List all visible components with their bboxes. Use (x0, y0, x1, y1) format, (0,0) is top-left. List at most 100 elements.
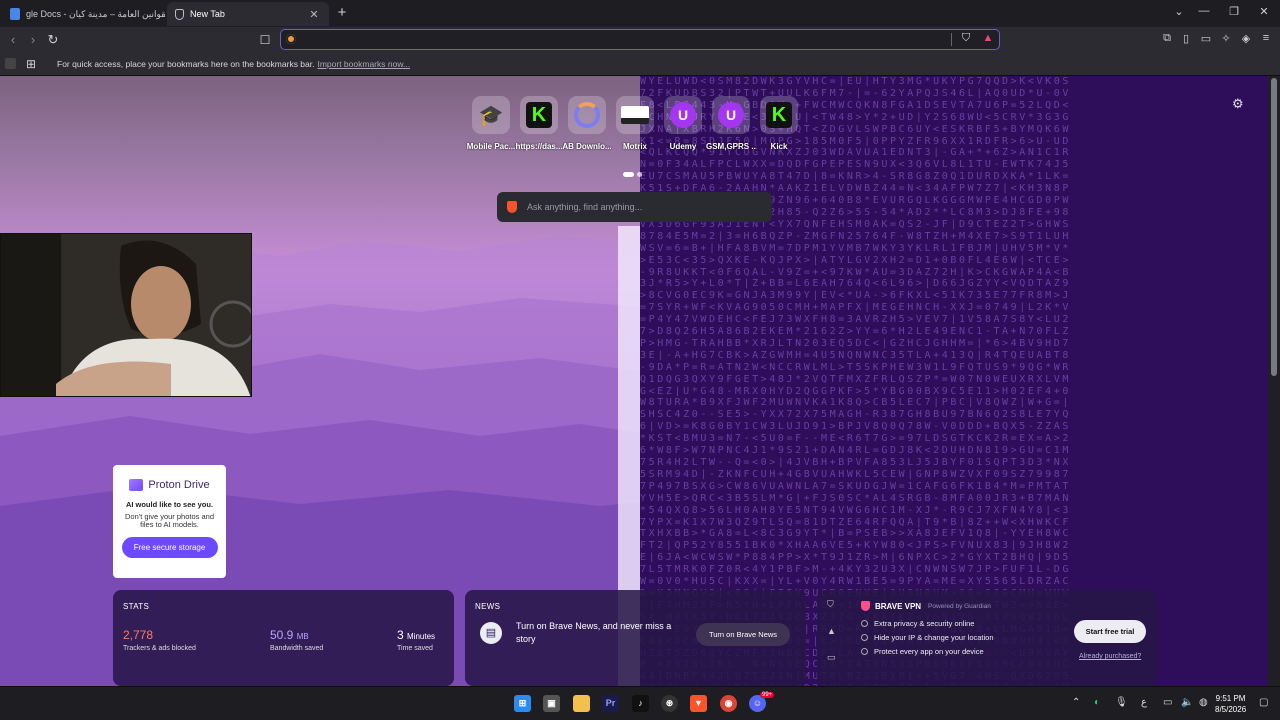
chatgpt-icon[interactable]: ⊛ (661, 695, 678, 712)
tray-chevron-icon[interactable]: ⌃ (1072, 697, 1080, 708)
chrome-icon[interactable]: ◉ (720, 695, 737, 712)
check-icon (861, 648, 868, 655)
tiktok-icon[interactable]: ♪ (632, 695, 649, 712)
bookmarks-bar: ⊞ For quick access, place your bookmarks… (0, 53, 1280, 75)
input-language[interactable]: ع (1141, 697, 1147, 708)
scrollbar-thumb[interactable] (1271, 78, 1277, 376)
brave-browser-icon[interactable]: ▼ (690, 695, 707, 712)
talk-camera-icon[interactable]: ▭ (827, 652, 836, 663)
webcam-person-image (1, 234, 251, 396)
display-icon[interactable]: ▭ (1163, 697, 1172, 708)
system-clock[interactable]: 9:51 PM 8/5/2026 (1215, 693, 1246, 715)
udemy-icon: U (718, 102, 744, 128)
brave-rewards-icon[interactable]: ▲ (980, 32, 996, 48)
notification-badge: 99+ (760, 692, 775, 698)
top-site-tile[interactable]: K https://das... (514, 96, 564, 151)
start-free-trial-button[interactable]: Start free trial (1074, 620, 1146, 643)
proton-headline: AI would like to see you. (125, 500, 214, 509)
browser-toolbar: ‹ › ↻ ☐ ⛉ ▲ ⧉ ▯ ▭ ✧ ◈ ≡ (0, 27, 1280, 53)
sidebar-icon[interactable]: ▯ (1178, 32, 1194, 48)
task-view-icon[interactable]: ▣ (543, 695, 560, 712)
vpn-shield-icon[interactable]: ⛉ (827, 599, 834, 610)
top-site-tile[interactable]: K Kick (754, 96, 804, 151)
proton-drive-card: Proton Drive AI would like to see you. D… (113, 465, 226, 578)
new-tab-button[interactable]: + (334, 4, 350, 21)
tab-google-docs[interactable]: gle Docs - القوانين العامة – مدينة كيان (0, 2, 165, 26)
proton-body: Don't give your photos and files to AI m… (125, 512, 214, 529)
file-explorer-icon[interactable] (573, 695, 590, 712)
vpn-powered-by: Powered by Guardian (928, 603, 991, 610)
kick-icon: K (766, 102, 792, 128)
network-icon[interactable]: ◍ (1199, 697, 1208, 708)
apps-grid-icon[interactable]: ⊞ (26, 57, 40, 71)
turn-on-brave-news-button[interactable]: Turn on Brave News (696, 623, 790, 646)
notifications-icon[interactable]: ▢ (1259, 697, 1268, 708)
search-box[interactable]: Ask anything, find anything... (497, 192, 772, 222)
brave-shields-icon[interactable]: ⛉ (958, 32, 974, 48)
bookmark-square-icon[interactable] (5, 58, 16, 69)
windows-taskbar: ⊞ ▣ Pr ♪ ⊛ ▼ ◉ ☺ 99+ ⌃ ◐ 🎙 ع ▭ 🔈 ◍ 9:51 … (0, 687, 1280, 720)
top-site-tile[interactable]: U Udemy (658, 96, 708, 151)
gear-icon[interactable]: ⚙ (1232, 96, 1244, 112)
import-bookmarks-link[interactable]: Import bookmarks now... (317, 59, 410, 69)
menu-icon[interactable]: ≡ (1258, 32, 1274, 48)
page-dot[interactable] (637, 172, 642, 177)
free-secure-storage-button[interactable]: Free secure storage (121, 537, 218, 558)
proton-drive-icon (129, 479, 144, 491)
vpn-icon[interactable]: ◈ (1238, 32, 1254, 48)
bookmark-icon[interactable]: ☐ (255, 30, 275, 50)
widget-rail: ⛉ ▲ ▭ (817, 590, 847, 686)
site-info-icon[interactable] (286, 34, 296, 44)
stat-bandwidth: 50.9 MB Bandwidth saved (270, 628, 324, 652)
top-site-tile[interactable]: AB Downlo... (562, 96, 612, 151)
reload-button[interactable]: ↻ (43, 30, 63, 50)
rewards-triangle-icon[interactable]: ▲ (827, 626, 836, 636)
wallet-icon[interactable]: ▭ (1198, 32, 1214, 48)
stat-time: 3 Minutes Time saved (397, 628, 436, 652)
page-scrollbar[interactable] (1268, 76, 1280, 686)
proton-logo: Proton Drive (113, 479, 226, 491)
forward-button[interactable]: › (23, 30, 43, 50)
news-title: NEWS (475, 602, 501, 611)
extensions-icon[interactable]: ⧉ (1159, 32, 1175, 48)
brave-shield-icon (175, 8, 184, 20)
stats-widget: STATS 2,778 Trackers & ads blocked 50.9 … (113, 590, 454, 686)
top-site-tile[interactable]: Motrix (610, 96, 660, 151)
address-bar[interactable]: ⛉ ▲ (280, 29, 1000, 50)
already-purchased-link[interactable]: Already purchased? (1079, 653, 1141, 660)
microphone-icon[interactable]: 🎙 (1115, 697, 1128, 708)
top-site-tile[interactable]: U GSM,GPRS ... (706, 96, 756, 151)
udemy-icon: U (670, 102, 696, 128)
tab-strip: gle Docs - القوانين العامة – مدينة كيان … (0, 0, 1280, 27)
top-site-tile[interactable]: 🎓 Mobile Pac... (466, 96, 516, 151)
clock-date: 8/5/2026 (1215, 705, 1247, 714)
tab-search-chevron-icon[interactable]: ⌄ (1169, 5, 1189, 18)
vpn-feature: Hide your IP & change your location (861, 633, 994, 642)
news-widget: NEWS ▤ Turn on Brave News, and never mis… (465, 590, 806, 686)
vpn-feature: Extra privacy & security online (861, 619, 974, 628)
brave-vpn-widget: ⛉ ▲ ▭ BRAVE VPN Powered by Guardian Extr… (817, 590, 1157, 686)
brave-lion-icon (507, 201, 517, 213)
restore-button[interactable]: ❐ (1224, 5, 1244, 18)
premiere-pro-icon[interactable]: Pr (602, 695, 619, 712)
news-icon: ▤ (480, 622, 502, 644)
close-window-button[interactable]: ✕ (1254, 5, 1274, 18)
minimize-button[interactable]: — (1194, 5, 1214, 17)
windows-start-icon[interactable]: ⊞ (514, 695, 531, 712)
tab-new-tab[interactable]: New Tab ✕ (167, 2, 329, 26)
back-button[interactable]: ‹ (3, 30, 23, 50)
volume-icon[interactable]: 🔈 (1181, 697, 1193, 708)
page-dot-active[interactable] (623, 172, 634, 177)
vpn-title: BRAVE VPN (875, 602, 922, 611)
tab-label: gle Docs - القوانين العامة – مدينة كيان (26, 8, 165, 19)
ab-download-icon (574, 102, 600, 128)
leo-ai-icon[interactable]: ✧ (1218, 32, 1234, 48)
close-tab-icon[interactable]: ✕ (305, 8, 323, 21)
tray-app-icon[interactable]: ◐ (1094, 697, 1100, 708)
stat-trackers: 2,778 Trackers & ads blocked (123, 628, 196, 652)
url-input[interactable] (301, 32, 941, 47)
check-icon (861, 634, 868, 641)
kick-icon: K (526, 102, 552, 128)
new-tab-page: WYELUWD<0SM82DWK3GYVHC=|EU|HTY3MG*UKYPG7… (0, 76, 1268, 686)
check-icon (861, 620, 868, 627)
